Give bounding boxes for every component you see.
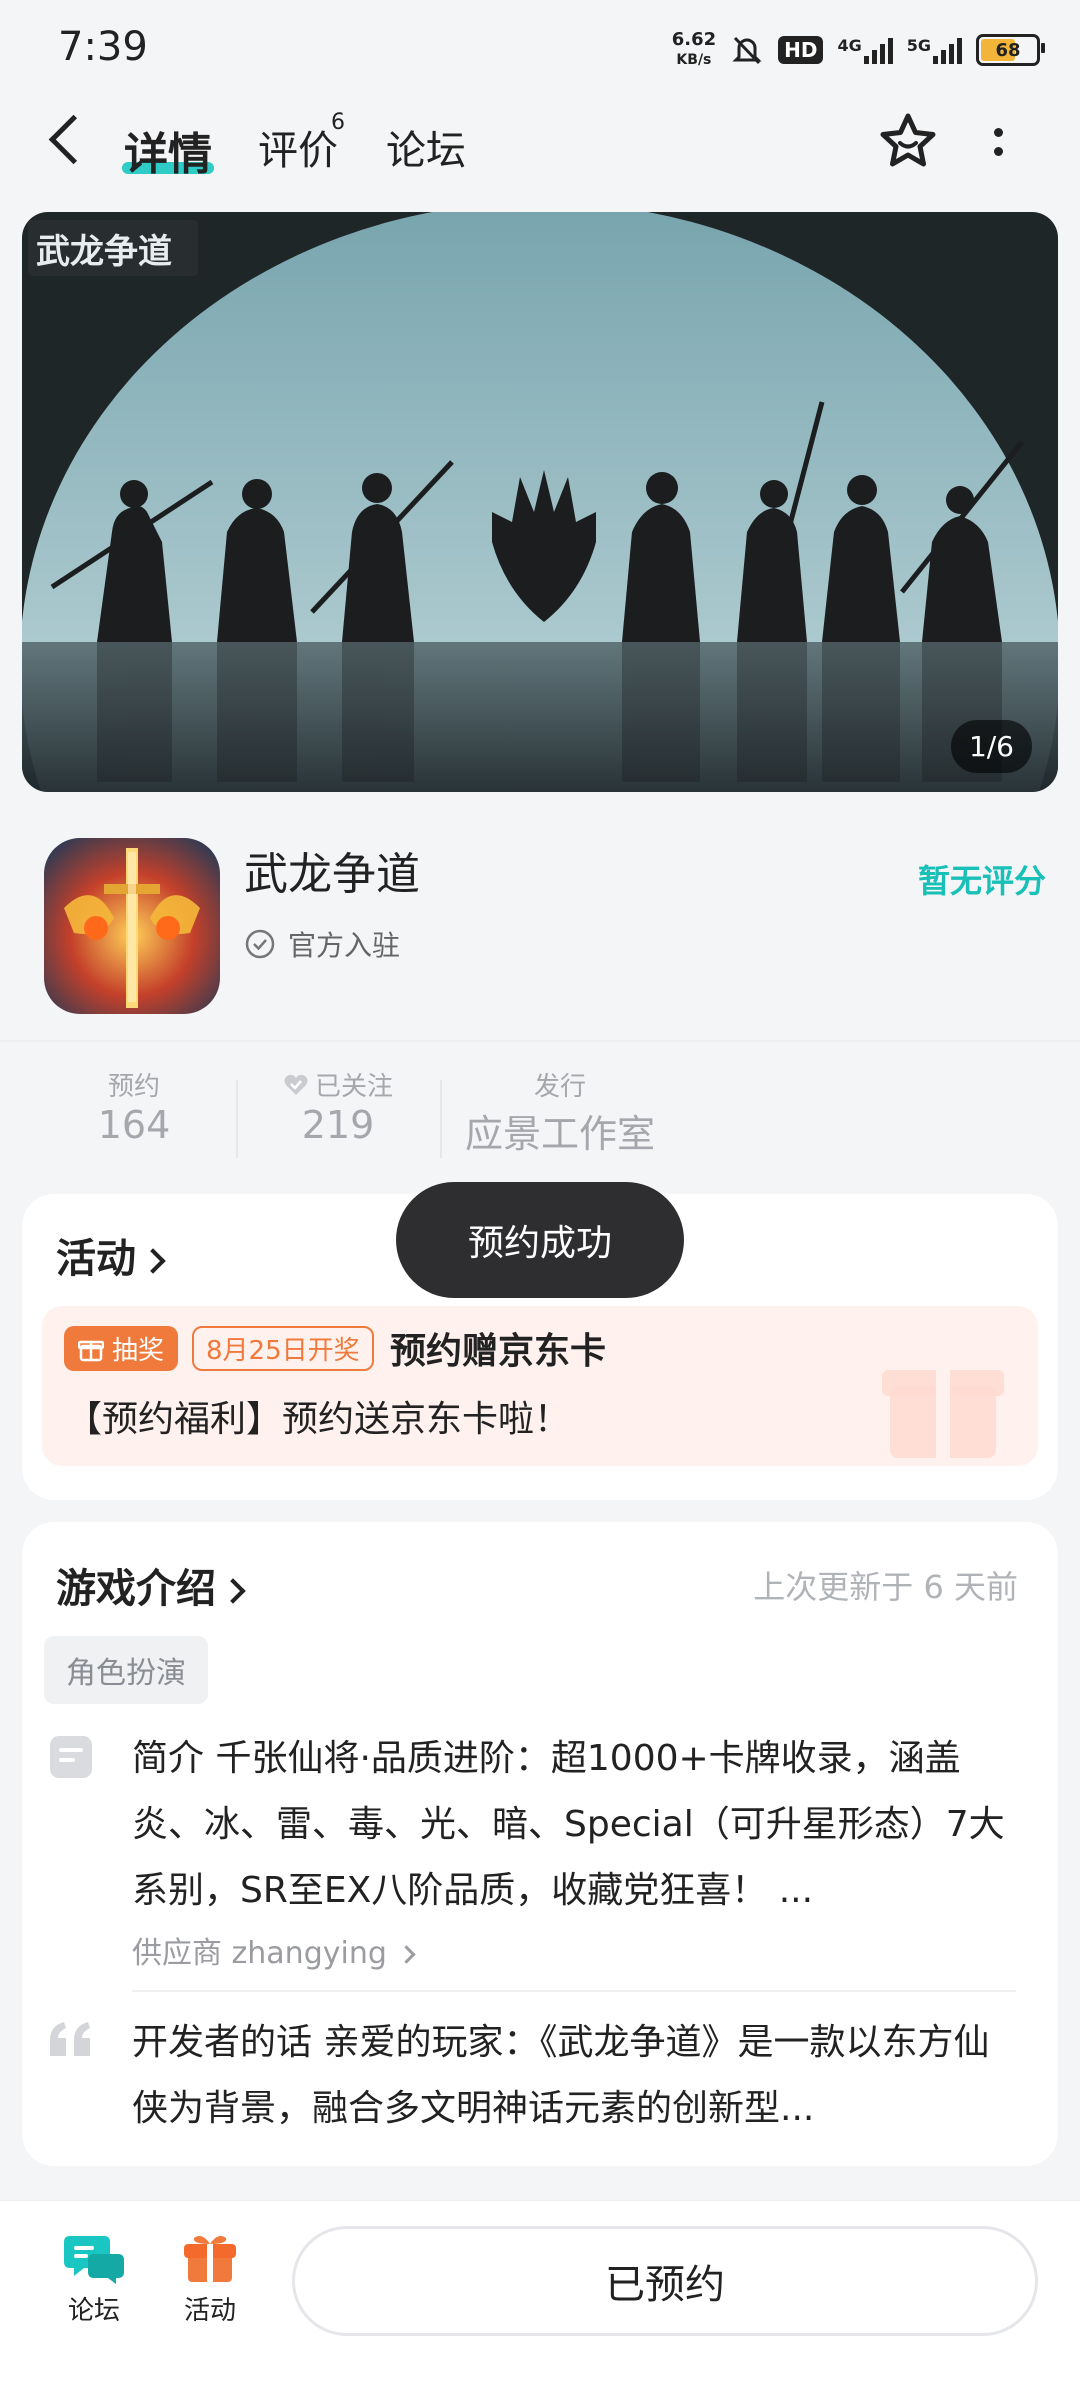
event-title: 预约赠京东卡 <box>390 1331 607 1372</box>
genre-tag[interactable]: 角色扮演 <box>44 1636 208 1704</box>
banner-artwork <box>22 212 1058 792</box>
nav-activity-label: 活动 <box>184 2296 237 2326</box>
stat-value: 164 <box>97 1103 171 1147</box>
bell-muted-icon <box>732 36 762 65</box>
review-count-badge: 6 <box>331 110 345 135</box>
supplier-text: 供应商 zhangying <box>132 1936 387 1971</box>
stat-reservations: 预约 164 <box>74 1066 194 1147</box>
chat-bubble-icon <box>64 2236 124 2284</box>
stat-label: 预约 <box>107 1072 160 1102</box>
signal-4g: 4G <box>837 36 893 64</box>
lottery-chip: 抽奖 <box>64 1326 179 1371</box>
nav-forum[interactable]: 论坛 <box>64 2232 124 2327</box>
chevron-right-icon <box>140 1248 166 1274</box>
net-speed-unit: KB/s <box>676 52 712 68</box>
heart-check-icon <box>284 1074 308 1095</box>
status-time: 7:39 <box>58 24 148 70</box>
stats-divider <box>0 1040 1080 1042</box>
developer-words[interactable]: 开发者的话 亲爱的玩家：《武龙争道》是一款以东方仙侠为背景，融合多文明神话元素的… <box>132 2010 1012 2142</box>
more-options-icon[interactable] <box>994 128 1003 156</box>
stat-label-row: 已关注 <box>270 1066 406 1103</box>
check-circle-icon <box>245 929 275 959</box>
stat-label: 已关注 <box>314 1072 393 1102</box>
document-icon <box>50 1736 92 1778</box>
screenshot-banner[interactable]: 武龙争道 <box>22 212 1058 792</box>
battery-icon: 68 <box>976 34 1045 66</box>
net-speed-value: 6.62 <box>671 29 717 50</box>
intro-title[interactable]: 游戏介绍 <box>56 1556 246 1614</box>
reserved-button[interactable]: 已预约 <box>292 2226 1038 2336</box>
tab-forum[interactable]: 论坛 <box>386 118 466 176</box>
quote-icon <box>50 2022 90 2056</box>
supplier-link[interactable]: 供应商 zhangying <box>132 1928 417 1972</box>
gift-icon <box>184 2236 236 2282</box>
hd-badge: HD <box>778 36 824 64</box>
update-time: 上次更新于 6 天前 <box>753 1568 1018 1606</box>
game-summary[interactable]: 简介 千张仙将·品质进阶：超1000+卡牌收录，涵盖炎、冰、雷、毒、光、暗、Sp… <box>132 1726 1012 1924</box>
event-description: 【预约福利】预约送京东卡啦！ <box>66 1399 571 1440</box>
nav-activity[interactable]: 活动 <box>184 2232 236 2327</box>
stat-value: 应景工作室 <box>464 1112 655 1156</box>
signal-5g-label: 5G <box>906 36 931 55</box>
stat-divider <box>236 1080 238 1158</box>
nav-forum-label: 论坛 <box>67 2296 120 2326</box>
activity-title[interactable]: 活动 <box>56 1226 166 1284</box>
favorite-star-icon[interactable] <box>878 112 938 170</box>
signal-4g-label: 4G <box>837 36 862 55</box>
signal-5g: 5G <box>907 36 962 64</box>
divider <box>132 1990 1016 1992</box>
gift-watermark-icon <box>882 1370 1004 1458</box>
battery-level: 68 <box>995 39 1021 61</box>
app-icon-art <box>44 838 220 1014</box>
stat-divider <box>440 1080 442 1158</box>
activity-title-text: 活动 <box>56 1236 136 1282</box>
draw-date-chip: 8月25日开奖 <box>192 1326 374 1371</box>
app-title: 武龙争道 <box>244 849 420 900</box>
game-logo-text: 武龙争道 <box>36 232 172 272</box>
tab-reviews[interactable]: 评价 <box>258 118 338 176</box>
intro-title-text: 游戏介绍 <box>56 1566 216 1612</box>
app-icon <box>44 838 220 1014</box>
stat-publisher: 发行 应景工作室 <box>460 1066 660 1158</box>
stat-label: 发行 <box>533 1072 586 1102</box>
rating-status: 暂无评分 <box>917 862 1046 900</box>
net-speed: 6.62 KB/s <box>672 30 716 70</box>
stat-followers[interactable]: 已关注 219 <box>270 1066 406 1147</box>
back-icon[interactable] <box>48 114 99 165</box>
banner-counter: 1/6 <box>950 720 1032 773</box>
stat-value: 219 <box>301 1103 375 1147</box>
signal-bars-icon <box>863 36 893 64</box>
chevron-right-icon <box>397 1945 417 1964</box>
official-label: 官方入驻 <box>288 929 401 962</box>
lottery-label: 抽奖 <box>112 1336 165 1366</box>
official-badge: 官方入驻 <box>244 924 400 964</box>
gift-icon <box>78 1340 104 1361</box>
signal-bars-icon <box>933 36 962 64</box>
tab-details[interactable]: 详情 <box>124 118 212 182</box>
toast-message: 预约成功 <box>396 1182 684 1298</box>
chevron-right-icon <box>220 1578 246 1604</box>
status-icons: 6.62 KB/s HD 4G 5G 68 <box>672 30 1045 70</box>
